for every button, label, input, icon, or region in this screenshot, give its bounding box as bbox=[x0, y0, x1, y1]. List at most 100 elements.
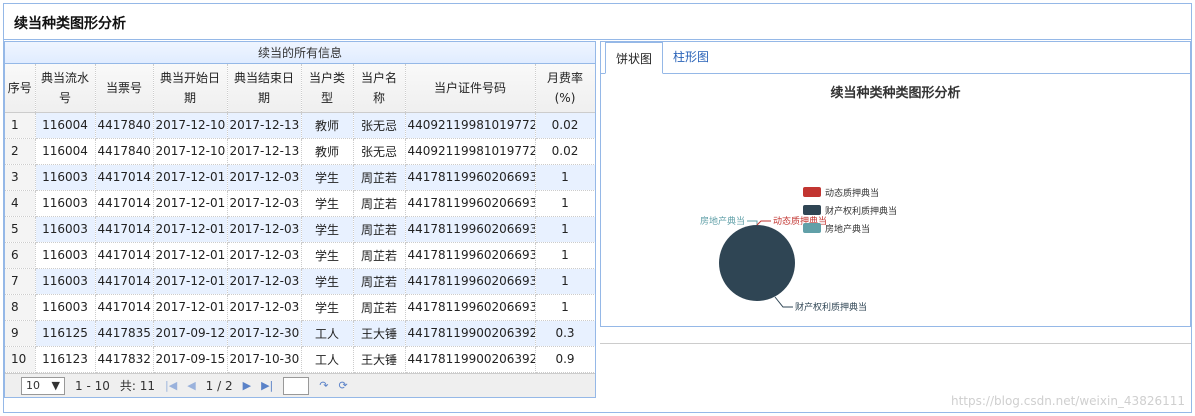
pie-slice bbox=[719, 225, 795, 301]
table-cell: 4417835 bbox=[95, 320, 154, 347]
column-header[interactable]: 典当流水号 bbox=[35, 64, 96, 113]
table-cell: 1 bbox=[535, 164, 595, 191]
column-header[interactable]: 当户类型 bbox=[301, 64, 354, 113]
table-cell: 王大锤 bbox=[353, 320, 406, 347]
refresh-icon[interactable]: ⟳ bbox=[338, 379, 347, 392]
main-panel: 续当种类图形分析 续当的所有信息 序号 典当流水号 当票号 典当开始日期 典当结束日期当… bbox=[3, 3, 1192, 413]
table-cell: 441781199602066932 bbox=[405, 294, 536, 321]
tab-bar-chart[interactable]: 柱形图 bbox=[663, 41, 719, 73]
table-cell: 1 bbox=[535, 268, 595, 295]
last-page-icon[interactable]: ▶| bbox=[261, 379, 273, 392]
table-cell: 0.9 bbox=[535, 346, 595, 373]
row-number: 5 bbox=[5, 216, 36, 243]
table-row[interactable]: 6 116003 4417014 2017-12-01 2017-12-03 学生 周芷若 4… bbox=[5, 242, 595, 269]
table-cell: 0.02 bbox=[535, 138, 595, 165]
table-cell: 学生 bbox=[301, 242, 354, 269]
data-table: 序号 典当流水号 当票号 典当开始日期 典当结束日期 当户类型 当户名称 当户证件号码 月费率(… bbox=[5, 64, 595, 373]
table-cell: 4417014 bbox=[95, 294, 154, 321]
column-header[interactable]: 典当结束日期 bbox=[227, 64, 302, 113]
table-cell: 441781199002063921 bbox=[405, 320, 536, 347]
table-cell: 116003 bbox=[35, 190, 96, 217]
table-cell: 441781199602066932 bbox=[405, 268, 536, 295]
row-number: 10 bbox=[5, 346, 36, 373]
table-cell: 1 bbox=[535, 216, 595, 243]
table-cell: 2017-09-15 bbox=[153, 346, 228, 373]
table-cell: 0.02 bbox=[535, 112, 595, 139]
table-row[interactable]: 5 116003 4417014 2017-12-01 2017-12-03 学生 周芷若 4… bbox=[5, 216, 595, 243]
table-row[interactable]: 8 116003 4417014 2017-12-01 2017-12-03 学生 周芷若 4… bbox=[5, 294, 595, 321]
column-header[interactable]: 典当开始日期 bbox=[153, 64, 228, 113]
table-cell: 4417014 bbox=[95, 216, 154, 243]
table-cell: 2017-12-03 bbox=[227, 190, 302, 217]
table-cell: 张无忌 bbox=[353, 138, 406, 165]
table-cell: 4417840 bbox=[95, 112, 154, 139]
table-cell: 1 bbox=[535, 294, 595, 321]
row-number: 8 bbox=[5, 294, 36, 321]
dropdown-arrow-icon: ▼ bbox=[51, 379, 60, 392]
table-row[interactable]: 10 116123 4417832 2017-09-15 2017-10-30 工人 王大锤… bbox=[5, 346, 595, 373]
table-cell: 116004 bbox=[35, 138, 96, 165]
table-cell: 学生 bbox=[301, 164, 354, 191]
page-title: 续当种类图形分析 bbox=[4, 4, 1191, 40]
table-cell: 116004 bbox=[35, 112, 96, 139]
table-cell: 441781199602066932 bbox=[405, 190, 536, 217]
tab-pie-chart[interactable]: 饼状图 bbox=[605, 42, 664, 74]
table-cell: 116125 bbox=[35, 320, 96, 347]
table-cell: 2017-12-13 bbox=[227, 112, 302, 139]
table-cell: 学生 bbox=[301, 268, 354, 295]
table-cell: 4417014 bbox=[95, 164, 154, 191]
table-row[interactable]: 4 116003 4417014 2017-12-01 2017-12-03 学生 周芷若 4… bbox=[5, 190, 595, 217]
table-row[interactable]: 3 116003 4417014 2017-12-01 2017-12-03 学生 周芷若 4… bbox=[5, 164, 595, 191]
table-cell: 1 bbox=[535, 190, 595, 217]
column-header[interactable]: 当户证件号码 bbox=[405, 64, 536, 113]
table-cell: 2017-09-12 bbox=[153, 320, 228, 347]
page-number-input[interactable] bbox=[283, 376, 310, 395]
pie-chart: 房地产典当 动态质押典当财产权利质押典当动态质押典当财产权利质押典当房地产典当 bbox=[700, 187, 897, 313]
table-cell: 440921199810197722 bbox=[405, 138, 536, 165]
table-cell: 周芷若 bbox=[353, 294, 406, 321]
table-cell: 4417832 bbox=[95, 346, 154, 373]
column-header[interactable]: 当户名称 bbox=[353, 64, 406, 113]
pager-page-of: 1 / 2 bbox=[205, 378, 233, 393]
table-cell: 2017-12-03 bbox=[227, 216, 302, 243]
first-page-icon[interactable]: |◀ bbox=[165, 379, 177, 392]
table-cell: 4417014 bbox=[95, 242, 154, 269]
table-cell: 2017-12-10 bbox=[153, 138, 228, 165]
column-header[interactable]: 序号 bbox=[5, 64, 36, 113]
table-cell: 王大锤 bbox=[353, 346, 406, 373]
leader-line bbox=[756, 220, 771, 226]
table-cell: 441781199602066932 bbox=[405, 164, 536, 191]
table-cell: 周芷若 bbox=[353, 242, 406, 269]
table-cell: 工人 bbox=[301, 346, 354, 373]
legend-swatch bbox=[803, 223, 821, 233]
slice-label: 房地产典当 bbox=[700, 215, 745, 227]
chart-tabs-panel: 饼状图 柱形图 续当种类种类图形分析 房地产典当 动态质押典当 财产权利质押典当 动态… bbox=[600, 41, 1191, 327]
prev-page-icon[interactable]: ◀ bbox=[187, 379, 195, 392]
table-cell: 116003 bbox=[35, 216, 96, 243]
table-row[interactable]: 2 116004 4417840 2017-12-10 2017-12-13 教师 张无忌 4… bbox=[5, 138, 595, 165]
table-cell: 张无忌 bbox=[353, 112, 406, 139]
legend-swatch bbox=[803, 205, 821, 215]
row-number: 7 bbox=[5, 268, 36, 295]
pager-total: 共: 11 bbox=[119, 379, 156, 393]
table-cell: 周芷若 bbox=[353, 164, 406, 191]
next-page-icon[interactable]: ▶ bbox=[243, 379, 251, 392]
row-number: 6 bbox=[5, 242, 36, 269]
column-header[interactable]: 当票号 bbox=[95, 64, 154, 113]
row-number: 3 bbox=[5, 164, 36, 191]
page-size-select[interactable]: 10 ▼ bbox=[21, 376, 65, 395]
table-row[interactable]: 7 116003 4417014 2017-12-01 2017-12-03 学生 周芷若 4… bbox=[5, 268, 595, 295]
row-number: 2 bbox=[5, 138, 36, 165]
legend-label: 财产权利质押典当 bbox=[825, 205, 897, 217]
go-page-icon[interactable]: ↷ bbox=[319, 379, 328, 392]
table-cell: 2017-12-03 bbox=[227, 164, 302, 191]
table-cell: 116003 bbox=[35, 268, 96, 295]
table-cell: 116003 bbox=[35, 242, 96, 269]
table-row[interactable]: 9 116125 4417835 2017-09-12 2017-12-30 工人 王大锤 4… bbox=[5, 320, 595, 347]
table-cell: 教师 bbox=[301, 138, 354, 165]
table-cell: 4417840 bbox=[95, 138, 154, 165]
table-cell: 教师 bbox=[301, 112, 354, 139]
column-header[interactable]: 月费率(%) bbox=[535, 64, 595, 113]
table-row[interactable]: 1 116004 4417840 2017-12-10 2017-12-13 教师 张无忌 4… bbox=[5, 112, 595, 139]
pagination-bar: 10 ▼ 1 - 10 共: 11 |◀ ◀ 1 / 2 ▶ ▶| ↷ ⟳ bbox=[5, 373, 595, 397]
